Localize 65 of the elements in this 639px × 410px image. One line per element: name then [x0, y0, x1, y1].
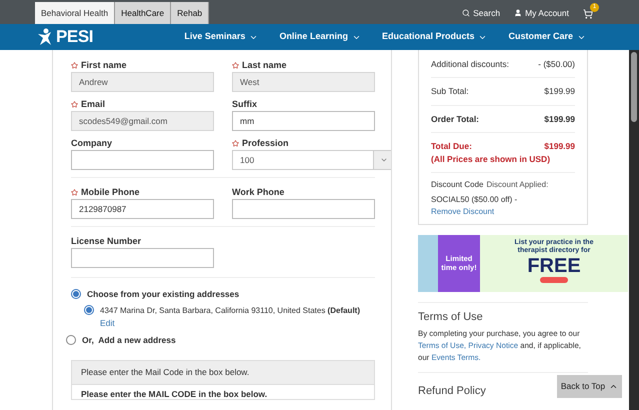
required-star-icon — [232, 62, 239, 69]
radio-button[interactable] — [66, 334, 76, 345]
field-label: Suffix — [232, 99, 258, 110]
remove-discount-link[interactable]: Remove Discount — [431, 206, 494, 218]
radio-button[interactable] — [84, 304, 94, 315]
site-tab[interactable]: Rehab — [171, 2, 210, 24]
discount-applied-text: Discount Applied: — [486, 178, 548, 191]
field-label: Profession — [232, 138, 289, 149]
nav-menu-item[interactable]: Online Learning — [279, 30, 361, 44]
input-field[interactable] — [232, 199, 375, 219]
field-label: Email — [71, 99, 106, 110]
photo-placeholder — [418, 234, 438, 292]
edit-link[interactable]: Edit — [100, 316, 115, 330]
field-label: Company — [71, 138, 112, 149]
summary-label: Total Due: — [431, 140, 472, 153]
required-star-icon — [232, 140, 239, 147]
back-to-top-button[interactable]: Back to Top — [557, 375, 622, 398]
address-text: 4347 Marina Dr, Santa Barbara, California 93110, United States (Default) — [100, 304, 360, 317]
summary-value: - ($50.00) — [538, 58, 575, 71]
section-heading: Refund Policy — [418, 385, 486, 398]
input-field[interactable]: 2129870987 — [71, 199, 214, 219]
site-tab[interactable]: HealthCare — [115, 2, 172, 24]
field-label: Work Phone — [232, 187, 284, 198]
summary-label: Additional discounts: — [431, 58, 509, 71]
panel-heading: Please enter the Mail Code in the box below. — [81, 366, 250, 380]
banner-button-shape — [540, 276, 568, 283]
account-link[interactable]: My Account — [514, 6, 569, 20]
currency-note: (All Prices are shown in USD) — [431, 153, 552, 166]
profession-select[interactable]: 100 — [232, 150, 391, 170]
instruction-text: Please enter the MAIL CODE in the box below. — [80, 388, 268, 400]
scrollbar[interactable] — [629, 50, 639, 410]
field-label: Last name — [232, 60, 287, 71]
discount-code-text: SOCIAL50 ($50.00 off) - — [431, 194, 518, 206]
nav-menu-item[interactable]: Customer Care — [508, 30, 586, 44]
chevron-up-icon — [609, 382, 618, 391]
search-link[interactable]: Search — [462, 6, 500, 20]
logo[interactable]: PESI — [36, 24, 94, 50]
figure-logo-icon — [36, 28, 54, 46]
required-star-icon — [71, 189, 78, 196]
radio-button[interactable] — [71, 289, 81, 300]
site-tab[interactable]: Behavioral Health — [35, 2, 116, 24]
summary-value: $199.99 — [544, 112, 575, 126]
discount-code-label: Discount Code — [431, 178, 484, 191]
chevron-down-icon — [380, 156, 388, 164]
input-field[interactable] — [71, 248, 214, 268]
input-field[interactable]: mm — [232, 111, 375, 131]
input-field[interactable] — [71, 150, 214, 170]
user-icon — [514, 9, 522, 17]
required-star-icon — [71, 101, 78, 108]
summary-label: Sub Total: — [431, 84, 469, 98]
nav-menu-item[interactable]: Live Seminars — [184, 30, 258, 44]
field-label: First name — [71, 60, 127, 71]
field-label: License Number — [71, 236, 142, 247]
nav-menu-item[interactable]: Educational Products — [382, 30, 488, 44]
required-star-icon — [71, 62, 78, 69]
summary-value: $199.99 — [544, 84, 575, 98]
banner-big-text: FREE — [527, 254, 581, 277]
summary-label: Order Total: — [431, 112, 480, 126]
radio-label: Or, Add a new address — [82, 334, 176, 346]
radio-label: Choose from your existing addresses — [87, 288, 240, 301]
cart-icon[interactable] — [583, 9, 593, 19]
search-icon — [462, 9, 470, 17]
summary-value: $199.99 — [544, 140, 575, 153]
field-label: Mobile Phone — [71, 187, 140, 198]
section-heading: Terms of Use — [418, 310, 484, 325]
